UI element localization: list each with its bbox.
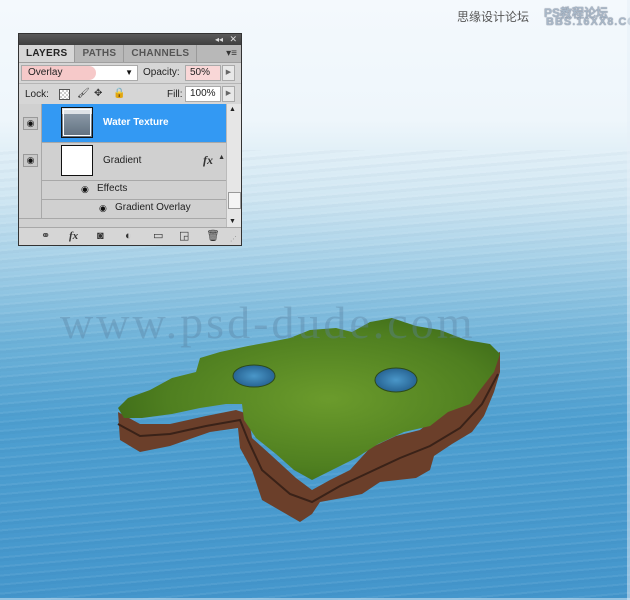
panel-footer: ⚭ fx ◙ ◐ ▭ ◲ 🗑 ⋰ [19, 227, 241, 245]
trash-icon[interactable]: 🗑 [206, 230, 220, 242]
expand-effects-icon[interactable]: ▲ [218, 154, 225, 161]
effect-name: Gradient Overlay [115, 202, 191, 213]
mask-icon[interactable]: ◙ [97, 230, 104, 242]
lock-move-icon[interactable]: ✥ [94, 89, 102, 99]
eye-icon[interactable]: ◉ [81, 184, 89, 195]
tab-paths[interactable]: PATHS [75, 45, 125, 62]
effect-row-gradient-overlay[interactable]: ◉ Gradient Overlay [19, 199, 227, 219]
panel-menu-icon[interactable]: ▾≡ [226, 45, 237, 62]
layer-thumbnail-gradient [61, 145, 93, 176]
watermark-site-cn: 思缘设计论坛 [457, 10, 530, 24]
group-icon[interactable]: ▭ [153, 230, 163, 242]
lock-fill-row: Lock: 🖌 ✥ 🔒 Fill: 100% ▶ [19, 84, 241, 106]
layers-scrollbar[interactable]: ▲ ▼ [226, 104, 241, 228]
opacity-label: Opacity: [143, 67, 180, 78]
scrollbar-thumb[interactable] [228, 192, 241, 209]
eye-column [19, 199, 42, 218]
fill-stepper[interactable]: ▶ [222, 86, 235, 102]
layers-panel: ◂◂ ✕ LAYERS PATHS CHANNELS ▾≡ Overlay ▼ … [18, 33, 242, 246]
scroll-up-icon[interactable]: ▲ [229, 106, 236, 113]
opacity-input[interactable]: 50% [185, 65, 221, 81]
layer-body: Gradient fx ▲ [42, 142, 227, 180]
layer-body: Water Texture [42, 104, 227, 142]
adjustment-icon[interactable]: ◐ [125, 230, 132, 242]
lock-label: Lock: [25, 89, 49, 100]
fx-icon[interactable]: fx [203, 153, 213, 168]
eye-icon[interactable]: ◉ [23, 117, 38, 130]
watermark-bbs: BBS.16XX8.COM [546, 16, 630, 28]
island-pool-right [374, 367, 418, 393]
eye-column: ◉ [19, 104, 42, 142]
lock-all-icon[interactable]: 🔒 [113, 89, 125, 99]
new-layer-icon[interactable]: ◲ [179, 230, 189, 242]
layers-list: ◉ Water Texture ◉ Gradient fx ▲ ◉ Effect… [19, 104, 241, 228]
lock-paint-brush-icon[interactable]: 🖌 [77, 89, 90, 99]
close-icon[interactable]: ✕ [229, 34, 237, 45]
tab-layers[interactable]: LAYERS [19, 45, 76, 62]
collapse-icon[interactable]: ◂◂ [215, 34, 223, 45]
panel-titlebar[interactable]: ◂◂ ✕ [19, 34, 241, 45]
opacity-stepper[interactable]: ▶ [222, 65, 235, 81]
effects-label: Effects [97, 183, 128, 194]
watermark-psd-dude: www.psd-dude.com [60, 297, 476, 348]
effects-row[interactable]: ◉ Effects [19, 180, 227, 200]
eye-column: ◉ [19, 142, 42, 180]
layer-row-water-texture[interactable]: ◉ Water Texture [19, 104, 227, 143]
layer-name: Gradient [103, 155, 142, 166]
panel-tabs: LAYERS PATHS CHANNELS ▾≡ [19, 45, 241, 63]
blend-mode-value: Overlay [28, 67, 63, 78]
fx-icon[interactable]: fx [69, 230, 78, 242]
eye-column [19, 180, 42, 199]
fill-label: Fill: [167, 89, 183, 100]
chevron-down-icon: ▼ [125, 68, 133, 77]
fill-input[interactable]: 100% [185, 86, 221, 102]
lock-transparency-icon[interactable] [59, 89, 70, 100]
eye-icon[interactable]: ◉ [99, 203, 107, 214]
layer-row-gradient[interactable]: ◉ Gradient fx ▲ [19, 142, 227, 181]
blend-opacity-row: Overlay ▼ Opacity: 50% ▶ [19, 63, 241, 84]
island-pool-left [232, 364, 276, 388]
tab-channels[interactable]: CHANNELS [124, 45, 198, 62]
eye-icon[interactable]: ◉ [23, 154, 38, 167]
scroll-down-icon[interactable]: ▼ [229, 218, 236, 225]
link-icon[interactable]: ⚭ [41, 230, 50, 242]
resize-grip-icon[interactable]: ⋰ [230, 234, 237, 246]
layer-name: Water Texture [103, 117, 169, 128]
blend-mode-select[interactable]: Overlay ▼ [21, 65, 138, 81]
layer-thumbnail-water [61, 107, 93, 138]
